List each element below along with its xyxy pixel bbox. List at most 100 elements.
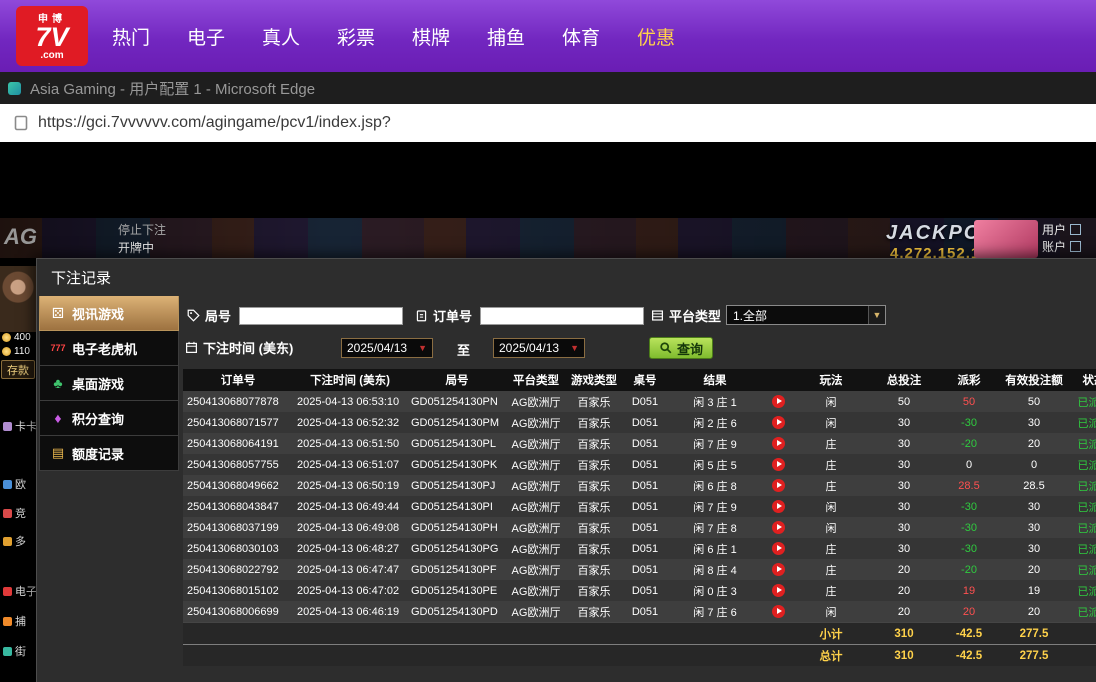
browser-titlebar: Asia Gaming - 用户配置 1 - Microsoft Edge	[0, 72, 1096, 104]
replay-icon[interactable]	[771, 416, 785, 429]
cell-platform: AG欧洲厅	[511, 522, 561, 535]
lobby-side-item[interactable]: 竞	[3, 505, 26, 521]
cell-status: 已派彩	[1077, 396, 1096, 409]
table-row: 250413068022792 2025-04-13 06:47:47 GD05…	[183, 559, 1096, 580]
cell-result: 闲 6 庄 1	[693, 543, 737, 556]
replay-icon[interactable]	[771, 584, 785, 597]
cell-order: 250413068057755	[187, 458, 279, 471]
subtotal-label: 小计	[819, 628, 843, 641]
panel-menu-item[interactable]: ▤ 额度记录	[39, 436, 179, 471]
cell-time: 2025-04-13 06:51:07	[297, 458, 400, 471]
platform-select-value: 1.全部	[733, 308, 768, 323]
browser-urlbar[interactable]: https://gci.7vvvvvv.com/agingame/pcv1/in…	[0, 104, 1096, 142]
cell-valid-bet: 50	[1027, 395, 1041, 408]
cell-table-no: D051	[631, 605, 659, 618]
total-payout: -42.5	[955, 649, 983, 662]
side-item-icon	[3, 508, 12, 518]
round-input[interactable]	[239, 306, 404, 325]
replay-icon[interactable]	[771, 605, 785, 618]
nav-item[interactable]: 体育	[562, 23, 600, 50]
site-logo[interactable]: 申博 7V .com	[16, 6, 88, 66]
table-row: 250413068043847 2025-04-13 06:49:44 GD05…	[183, 496, 1096, 517]
menu-label: 视讯游戏	[72, 306, 125, 322]
dealing-text: 开牌中	[118, 241, 155, 255]
column-header: 订单号	[220, 375, 256, 387]
cell-platform: AG欧洲厅	[511, 564, 561, 577]
lobby-side-item[interactable]: 欧	[3, 476, 26, 492]
date-from-picker[interactable]: 2025/04/13 ▼	[341, 338, 433, 358]
deposit-button[interactable]: 存款	[1, 360, 35, 379]
cell-play: 庄	[825, 459, 837, 472]
cell-time: 2025-04-13 06:50:19	[297, 479, 400, 492]
table-row: 250413068057755 2025-04-13 06:51:07 GD05…	[183, 454, 1096, 475]
total-label: 总计	[819, 650, 843, 663]
nav-item[interactable]: 捕鱼	[487, 23, 525, 50]
table-row: 250413068006699 2025-04-13 06:46:19 GD05…	[183, 601, 1096, 622]
cell-game-type: 百家乐	[577, 501, 611, 514]
replay-icon[interactable]	[771, 395, 785, 408]
nav-item[interactable]: 优惠	[637, 23, 675, 50]
cell-result: 闲 7 庄 9	[693, 501, 737, 514]
panel-menu-item[interactable]: ♣ 桌面游戏	[39, 366, 179, 401]
panel-menu-item[interactable]: 777 电子老虎机	[39, 331, 179, 366]
menu-label: 电子老虎机	[72, 341, 138, 357]
nav-item[interactable]: 真人	[262, 23, 300, 50]
platform-select[interactable]: 1.全部 ▼	[726, 305, 886, 325]
side-item-label: 竞	[15, 508, 26, 520]
nav-item[interactable]: 热门	[112, 23, 150, 50]
cell-play: 庄	[825, 564, 837, 577]
cell-payout: 28.5	[958, 479, 980, 492]
column-header: 下注时间 (美东)	[310, 375, 390, 387]
cell-play: 庄	[825, 585, 837, 598]
lobby-side-item[interactable]: 卡卡	[3, 418, 37, 434]
replay-icon[interactable]	[771, 479, 785, 492]
cell-valid-bet: 19	[1027, 584, 1041, 597]
panel-menu-item[interactable]: ⚄ 视讯游戏	[39, 296, 179, 331]
cell-result: 闲 6 庄 8	[693, 480, 737, 493]
cell-status: 已派彩	[1077, 585, 1096, 598]
cell-order: 250413068071577	[187, 416, 279, 429]
replay-icon[interactable]	[771, 563, 785, 576]
panel-menu-item[interactable]: ♦ 积分查询	[39, 401, 179, 436]
avatar[interactable]	[0, 266, 36, 332]
cell-play: 闲	[825, 606, 837, 619]
cell-time: 2025-04-13 06:51:50	[297, 437, 400, 450]
replay-icon[interactable]	[771, 500, 785, 513]
cell-game-type: 百家乐	[577, 396, 611, 409]
cell-result: 闲 7 庄 9	[693, 438, 737, 451]
cell-play: 庄	[825, 480, 837, 493]
bet-records-table: 订单号 下注时间 (美东) 局号 平台类型游戏类型 桌号 结果 玩法 总投注 派彩 有效投注额 状态…	[183, 369, 1096, 666]
date-from-value: 2025/04/13	[347, 341, 408, 355]
nav-item[interactable]: 彩票	[337, 23, 375, 50]
cell-payout: 0	[965, 458, 973, 471]
cell-platform: AG欧洲厅	[511, 543, 561, 556]
cell-play: 庄	[825, 543, 837, 556]
replay-icon[interactable]	[771, 437, 785, 450]
date-to-picker[interactable]: 2025/04/13 ▼	[493, 338, 585, 358]
cell-result: 闲 8 庄 4	[693, 564, 737, 577]
lobby-side-item[interactable]: 电子	[3, 583, 37, 599]
cell-valid-bet: 30	[1027, 521, 1041, 534]
lobby-side-item[interactable]: 捕	[3, 613, 26, 629]
cell-result: 闲 7 庄 6	[693, 606, 737, 619]
cell-order: 250413068077878	[187, 395, 279, 408]
order-input[interactable]	[480, 306, 645, 325]
table-row: 250413068037199 2025-04-13 06:49:08 GD05…	[183, 517, 1096, 538]
cell-status: 已派彩	[1077, 564, 1096, 577]
platform-filter: 平台类型	[651, 306, 721, 325]
user-chip[interactable]: 用户	[1042, 221, 1082, 238]
replay-icon[interactable]	[771, 521, 785, 534]
cell-order: 250413068064191	[187, 437, 279, 450]
nav-item[interactable]: 棋牌	[412, 23, 450, 50]
replay-icon[interactable]	[771, 542, 785, 555]
nav-item[interactable]: 电子	[187, 23, 225, 50]
search-button[interactable]: 查询	[649, 337, 713, 359]
cell-round: GD051254130PH	[411, 521, 498, 534]
lobby-side-item[interactable]: 多	[3, 533, 26, 549]
column-header: 派彩	[957, 375, 981, 387]
replay-icon[interactable]	[771, 458, 785, 471]
cell-status: 已派彩	[1077, 522, 1096, 535]
clipboard-icon	[416, 310, 427, 322]
lobby-side-item[interactable]: 街	[3, 643, 26, 659]
account-chip[interactable]: 账户	[1042, 238, 1082, 255]
